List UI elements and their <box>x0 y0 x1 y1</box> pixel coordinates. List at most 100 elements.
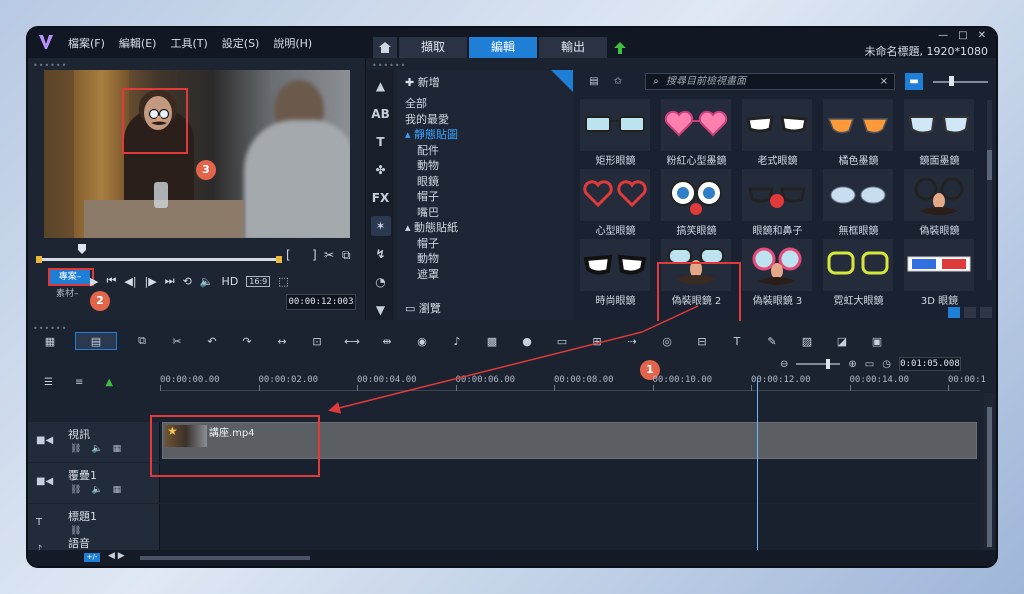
link-icon[interactable]: ⛓ <box>70 444 81 454</box>
sticker-pink-heart-glasses[interactable]: 粉紅心型墨鏡 <box>656 96 737 167</box>
3d-title-icon[interactable]: T <box>727 332 747 350</box>
scrubber-handle[interactable] <box>78 244 86 254</box>
aspect-ratio-button[interactable]: 16:9 <box>246 275 271 287</box>
clear-search-icon[interactable]: × <box>875 73 893 90</box>
tab-share[interactable]: 輸出 <box>539 37 607 58</box>
tree-item-anim-hats[interactable]: 帽子 <box>405 236 458 252</box>
tree-item-mouths[interactable]: 嘴巴 <box>405 205 458 221</box>
tools-icon[interactable]: ✂ <box>167 332 187 350</box>
sticker-mirror-sunglasses[interactable]: 鏡面墨鏡 <box>899 96 980 167</box>
tree-item-animals[interactable]: 動物 <box>405 158 458 174</box>
ripple-icon[interactable]: ⟷ <box>342 332 362 350</box>
capture-frame-icon[interactable]: ⊟ <box>692 332 712 350</box>
undo-icon[interactable]: ↶ <box>202 332 222 350</box>
collapse-up-icon[interactable]: ▲ <box>371 76 391 96</box>
path-icon[interactable]: ↯ <box>371 244 391 264</box>
sticker-rimless-glasses[interactable]: 無框眼鏡 <box>818 166 899 237</box>
timeline-vscroll-thumb[interactable] <box>987 407 992 547</box>
sticker-disguise-glasses-3[interactable]: 偽裝眼鏡 3 <box>737 236 818 307</box>
sticker-category-icon[interactable]: ✶ <box>370 216 391 236</box>
multicam-icon[interactable]: ▩ <box>482 332 502 350</box>
import-folder-icon[interactable]: ▤ <box>585 73 603 90</box>
hd-button[interactable]: HD <box>222 275 239 288</box>
copy-icon[interactable]: ⧉ <box>342 248 351 263</box>
audio-mix-icon[interactable]: ♪ <box>447 332 467 350</box>
motion-icon[interactable]: ⇢ <box>622 332 642 350</box>
storyboard-view-icon[interactable]: ▦ <box>40 332 60 350</box>
tree-item-hats[interactable]: 帽子 <box>405 189 458 205</box>
tree-item-glasses[interactable]: 眼鏡 <box>405 174 458 190</box>
upload-arrow-icon[interactable] <box>609 37 631 58</box>
search-input[interactable]: 搜尋目前檢視畫面 <box>645 73 895 90</box>
repeat-icon[interactable]: ⟲ <box>183 275 192 288</box>
clip-mode-tag[interactable]: 素材– <box>56 286 79 299</box>
sticker-old-glasses[interactable]: 老式眼鏡 <box>737 96 818 167</box>
subtitle-icon[interactable]: ▭ <box>552 332 572 350</box>
paste-icon[interactable]: ⧉ <box>132 332 152 350</box>
redo-icon[interactable]: ↷ <box>237 332 257 350</box>
add-folder-button[interactable]: ✚ 新增 <box>405 74 440 90</box>
fx-icon[interactable]: FX <box>371 188 391 208</box>
sticker-funny-glasses[interactable]: 搞笑眼鏡 <box>656 166 737 237</box>
fit-icon[interactable]: ↔ <box>272 332 292 350</box>
go-end-icon[interactable]: ⏭ <box>165 274 175 288</box>
mark-out-button[interactable]: ] <box>312 248 317 262</box>
playhead[interactable] <box>757 377 758 555</box>
browse-button[interactable]: ▭ 瀏覽 <box>405 300 441 316</box>
track-body-voice[interactable] <box>160 537 980 550</box>
tree-item-anim-animals[interactable]: 動物 <box>405 251 458 267</box>
sticker-3d-glasses[interactable]: 3D 眼鏡 <box>899 236 980 307</box>
menu-settings[interactable]: 設定(S) <box>222 35 260 51</box>
transition-icon[interactable]: AB <box>371 104 391 124</box>
home-tab[interactable] <box>373 37 397 58</box>
tree-item-static-stickers[interactable]: ▴ 靜態貼圖 <box>405 127 458 143</box>
marker-icon[interactable]: ▲ <box>105 377 113 388</box>
sticker-fashion-glasses[interactable]: 時尚眼鏡 <box>575 236 656 307</box>
mark-in-button[interactable]: [ <box>286 248 291 262</box>
tree-item-favorites[interactable]: 我的最愛 <box>405 112 458 128</box>
slip-icon[interactable]: ⇹ <box>377 332 397 350</box>
zoom-slider[interactable] <box>796 359 841 369</box>
menu-edit[interactable]: 編輯(E) <box>119 35 157 51</box>
play-icon[interactable]: ▶ <box>90 275 98 288</box>
panel-grip[interactable]: •••••• <box>33 61 67 70</box>
scrubber-bar[interactable] <box>38 258 280 261</box>
timeline-view-icon[interactable]: ▤ <box>75 332 117 350</box>
mark-out-marker[interactable] <box>276 256 282 263</box>
link-icon[interactable]: ⛓ <box>70 485 81 495</box>
thumb-size-slider[interactable] <box>933 81 988 83</box>
prev-frame-icon[interactable]: ◀| <box>124 275 136 288</box>
zoom-in-icon[interactable]: ⊕ <box>848 359 856 370</box>
speed-icon[interactable]: ◔ <box>371 272 391 292</box>
track-manager-icon[interactable]: ☰ <box>44 377 53 388</box>
zoom-out-icon[interactable]: ⊖ <box>780 359 788 370</box>
close-button[interactable]: ✕ <box>978 30 986 41</box>
view-toggle-icon[interactable]: ▬ <box>905 73 923 90</box>
collapse-down-icon[interactable]: ▼ <box>371 300 391 320</box>
tree-item-masks[interactable]: 遮罩 <box>405 267 458 283</box>
color-grade-icon[interactable]: ▨ <box>797 332 817 350</box>
sticker-heart-glasses[interactable]: 心型眼鏡 <box>575 166 656 237</box>
auto-music-icon[interactable]: ◪ <box>832 332 852 350</box>
pin-corner-icon[interactable] <box>551 70 573 92</box>
volume-icon[interactable]: 🔈 <box>200 275 214 288</box>
track-zoom-button[interactable]: +/- <box>84 553 100 562</box>
gallery-scroll-thumb[interactable] <box>987 150 992 180</box>
tree-item-accessories[interactable]: 配件 <box>405 143 458 159</box>
mask-icon[interactable]: ● <box>517 332 537 350</box>
menu-tools[interactable]: 工具(T) <box>170 35 207 51</box>
library-grip[interactable]: •••••• <box>372 61 406 70</box>
maximize-button[interactable]: □ <box>958 30 967 41</box>
go-start-icon[interactable]: ⏮ <box>106 274 116 288</box>
mark-in-marker[interactable] <box>36 256 42 263</box>
painting-icon[interactable]: ✎ <box>762 332 782 350</box>
thumb-size-knob[interactable] <box>949 76 954 86</box>
video-preview[interactable] <box>44 70 350 238</box>
sticker-neon-glasses[interactable]: 霓虹大眼鏡 <box>818 236 899 307</box>
scroll-arrows-icon[interactable]: ◀ ▶ <box>108 551 125 561</box>
title-icon[interactable]: T <box>371 132 391 152</box>
split-screen-icon[interactable]: ⊞ <box>587 332 607 350</box>
link-icon[interactable]: ⛓ <box>70 526 81 536</box>
list-view-icon[interactable] <box>948 307 960 318</box>
record-icon[interactable]: ◉ <box>412 332 432 350</box>
